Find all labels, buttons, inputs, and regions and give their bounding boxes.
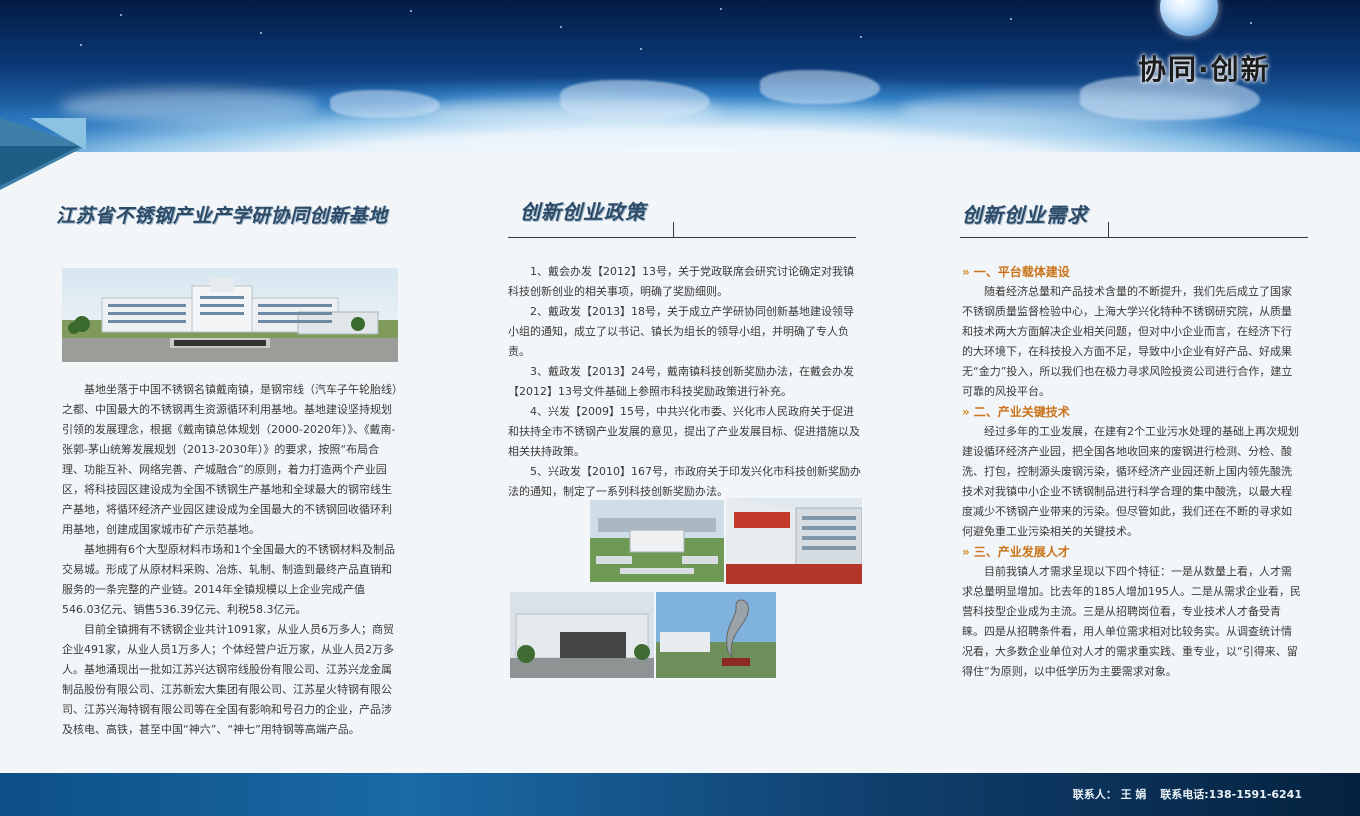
contact-name: 王 娟 [1120,788,1147,801]
building-sign-photo [726,498,862,584]
right-title-underline [960,237,1308,238]
header-banner: 协同·创新 [0,0,1360,152]
right-body-text: » 一、平台载体建设 随着经济总量和产品技术含量的不断提升，我们先后成立了国家不锈… [962,262,1302,682]
phone-label: 联系电话: [1160,788,1209,801]
star [120,14,122,16]
left-body-text: 基地坐落于中国不锈钢名镇戴南镇，是钢帘线（汽车子午轮胎线）之都、中国最大的不锈钢… [62,380,400,740]
footer-contact: 联系人： 王 娟 联系电话:138-1591-6241 [1073,786,1302,802]
continent [560,80,710,120]
policy-item: 4、兴发【2009】15号，中共兴化市委、兴化市人民政府关于促进和扶持全市不锈钢… [508,405,860,458]
left-paragraph: 基地坐落于中国不锈钢名镇戴南镇，是钢帘线（汽车子午轮胎线）之都、中国最大的不锈钢… [62,383,398,536]
star [260,32,262,34]
star [720,8,722,10]
right-title-tick [1108,222,1109,238]
star [860,36,862,38]
sculpture-photo [656,592,776,678]
middle-title-underline [508,237,856,238]
continent [330,90,440,118]
base-building-photo [62,268,398,362]
footer-bar: 联系人： 王 娟 联系电话:138-1591-6241 [0,773,1360,816]
star [410,10,412,12]
demand-text: 经过多年的工业发展，在建有2个工业污水处理的基础上再次规划建设循环经济产业园，把… [962,425,1299,538]
double-chevron-icon: » [962,405,970,419]
arrow-highlight-decoration [30,118,86,150]
left-paragraph: 目前全镇拥有不锈钢企业共计1091家，从业人员6万多人；商贸企业491家，从业人… [62,623,394,736]
header-slogan: 协同·创新 [1138,53,1271,86]
double-chevron-icon: » [962,545,970,559]
phone-number: 138-1591-6241 [1208,788,1302,801]
double-chevron-icon: » [962,265,970,279]
policy-item: 2、戴政发【2013】18号，关于成立产学研协同创新基地建设领导小组的通知，成立… [508,305,854,358]
contact-label: 联系人： [1072,788,1117,801]
right-section-title: 创新创业需求 [962,203,1088,227]
arrow-shadow-decoration [0,146,80,186]
factory-gate-photo [510,592,654,678]
cloud [60,88,320,124]
demand-heading-talent: » 三、产业发展人才 [962,545,1070,559]
continent [760,70,880,104]
demand-heading-technology: » 二、产业关键技术 [962,405,1070,419]
middle-section-title: 创新创业政策 [520,200,646,224]
left-paragraph: 基地拥有6个大型原材料市场和1个全国最大的不锈钢材料及制品交易城。形成了从原材料… [62,543,395,616]
star [560,26,562,28]
left-section-title: 江苏省不锈钢产业产学研协同创新基地 [56,205,388,227]
policy-item: 5、兴政发【2010】167号，市政府关于印发兴化市科技创新奖励办法的通知，制定… [508,465,861,498]
star [1250,22,1252,24]
industrial-park-photo [590,500,724,582]
policy-item: 3、戴政发【2013】24号，戴南镇科技创新奖励办法，在戴会办发【2012】13… [508,365,854,398]
demand-text: 目前我镇人才需求呈现以下四个特征：一是从数量上看，人才需求总量明显增加。比去年的… [962,565,1301,678]
bubble-decoration [1160,0,1218,36]
demand-heading-platform: » 一、平台载体建设 [962,265,1070,279]
star [1010,18,1012,20]
star [80,44,82,46]
middle-body-text: 1、戴会办发【2012】13号，关于党政联席会研究讨论确定对我镇科技创新创业的相… [508,262,862,502]
demand-text: 随着经济总量和产品技术含量的不断提升，我们先后成立了国家不锈钢质量监督检验中心，… [962,285,1293,398]
middle-title-tick [673,222,674,238]
star [640,48,642,50]
policy-item: 1、戴会办发【2012】13号，关于党政联席会研究讨论确定对我镇科技创新创业的相… [508,265,854,298]
